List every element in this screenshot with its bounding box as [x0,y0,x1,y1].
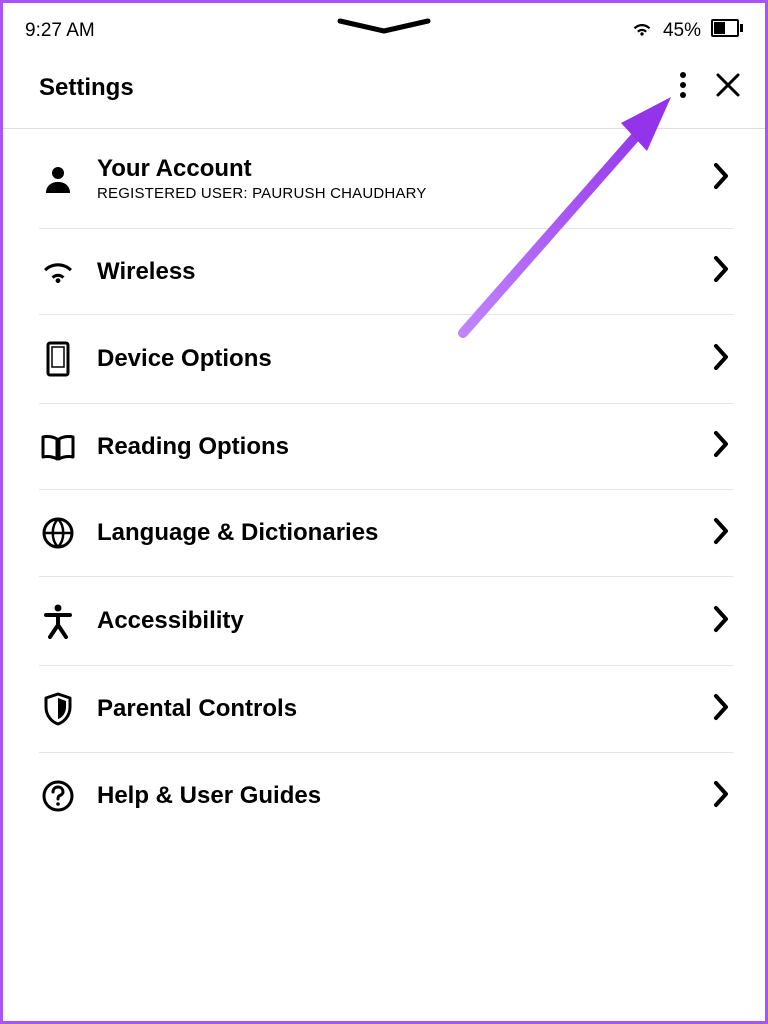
menu-text: Accessibility [97,607,693,635]
status-right: 45% [631,19,743,43]
account-icon [39,163,77,195]
more-options-icon[interactable] [679,71,687,104]
status-time: 9:27 AM [25,20,95,42]
chevron-right-icon [713,517,729,550]
chevron-right-icon [713,780,729,813]
menu-subtitle: REGISTERED USER: PAURUSH CHAUDHARY [97,185,693,202]
accessibility-icon [39,603,77,639]
battery-pct: 45% [663,20,701,42]
close-icon[interactable] [715,72,741,103]
settings-item-parental-controls[interactable]: Parental Controls [39,666,733,753]
settings-item-wireless[interactable]: Wireless [39,229,733,315]
swipe-handle-icon[interactable] [334,17,434,40]
settings-list: Your Account REGISTERED USER: PAURUSH CH… [3,129,765,839]
menu-title: Accessibility [97,607,693,635]
menu-title: Language & Dictionaries [97,519,693,547]
menu-text: Reading Options [97,433,693,461]
chevron-right-icon [713,605,729,638]
menu-title: Your Account [97,155,693,183]
menu-title: Help & User Guides [97,782,693,810]
wireless-icon [39,258,77,286]
book-icon [39,433,77,461]
chevron-right-icon [713,343,729,376]
header-actions [679,71,741,104]
page-title: Settings [39,74,134,102]
chevron-right-icon [713,693,729,726]
chevron-right-icon [713,162,729,195]
help-icon [39,779,77,813]
menu-text: Your Account REGISTERED USER: PAURUSH CH… [97,155,693,202]
menu-text: Help & User Guides [97,782,693,810]
chevron-right-icon [713,430,729,463]
settings-item-accessibility[interactable]: Accessibility [39,577,733,666]
settings-item-device-options[interactable]: Device Options [39,315,733,404]
shield-icon [39,692,77,726]
settings-item-help-guides[interactable]: Help & User Guides [39,753,733,839]
menu-title: Wireless [97,258,693,286]
settings-item-reading-options[interactable]: Reading Options [39,404,733,490]
menu-title: Parental Controls [97,695,693,723]
device-icon [39,341,77,377]
menu-text: Device Options [97,345,693,373]
settings-header: Settings [3,51,765,129]
settings-item-language-dictionaries[interactable]: Language & Dictionaries [39,490,733,577]
menu-text: Wireless [97,258,693,286]
chevron-right-icon [713,255,729,288]
menu-text: Language & Dictionaries [97,519,693,547]
menu-title: Reading Options [97,433,693,461]
battery-icon [711,19,743,43]
wifi-icon [631,19,653,43]
menu-title: Device Options [97,345,693,373]
menu-text: Parental Controls [97,695,693,723]
settings-item-your-account[interactable]: Your Account REGISTERED USER: PAURUSH CH… [39,129,733,229]
globe-icon [39,516,77,550]
